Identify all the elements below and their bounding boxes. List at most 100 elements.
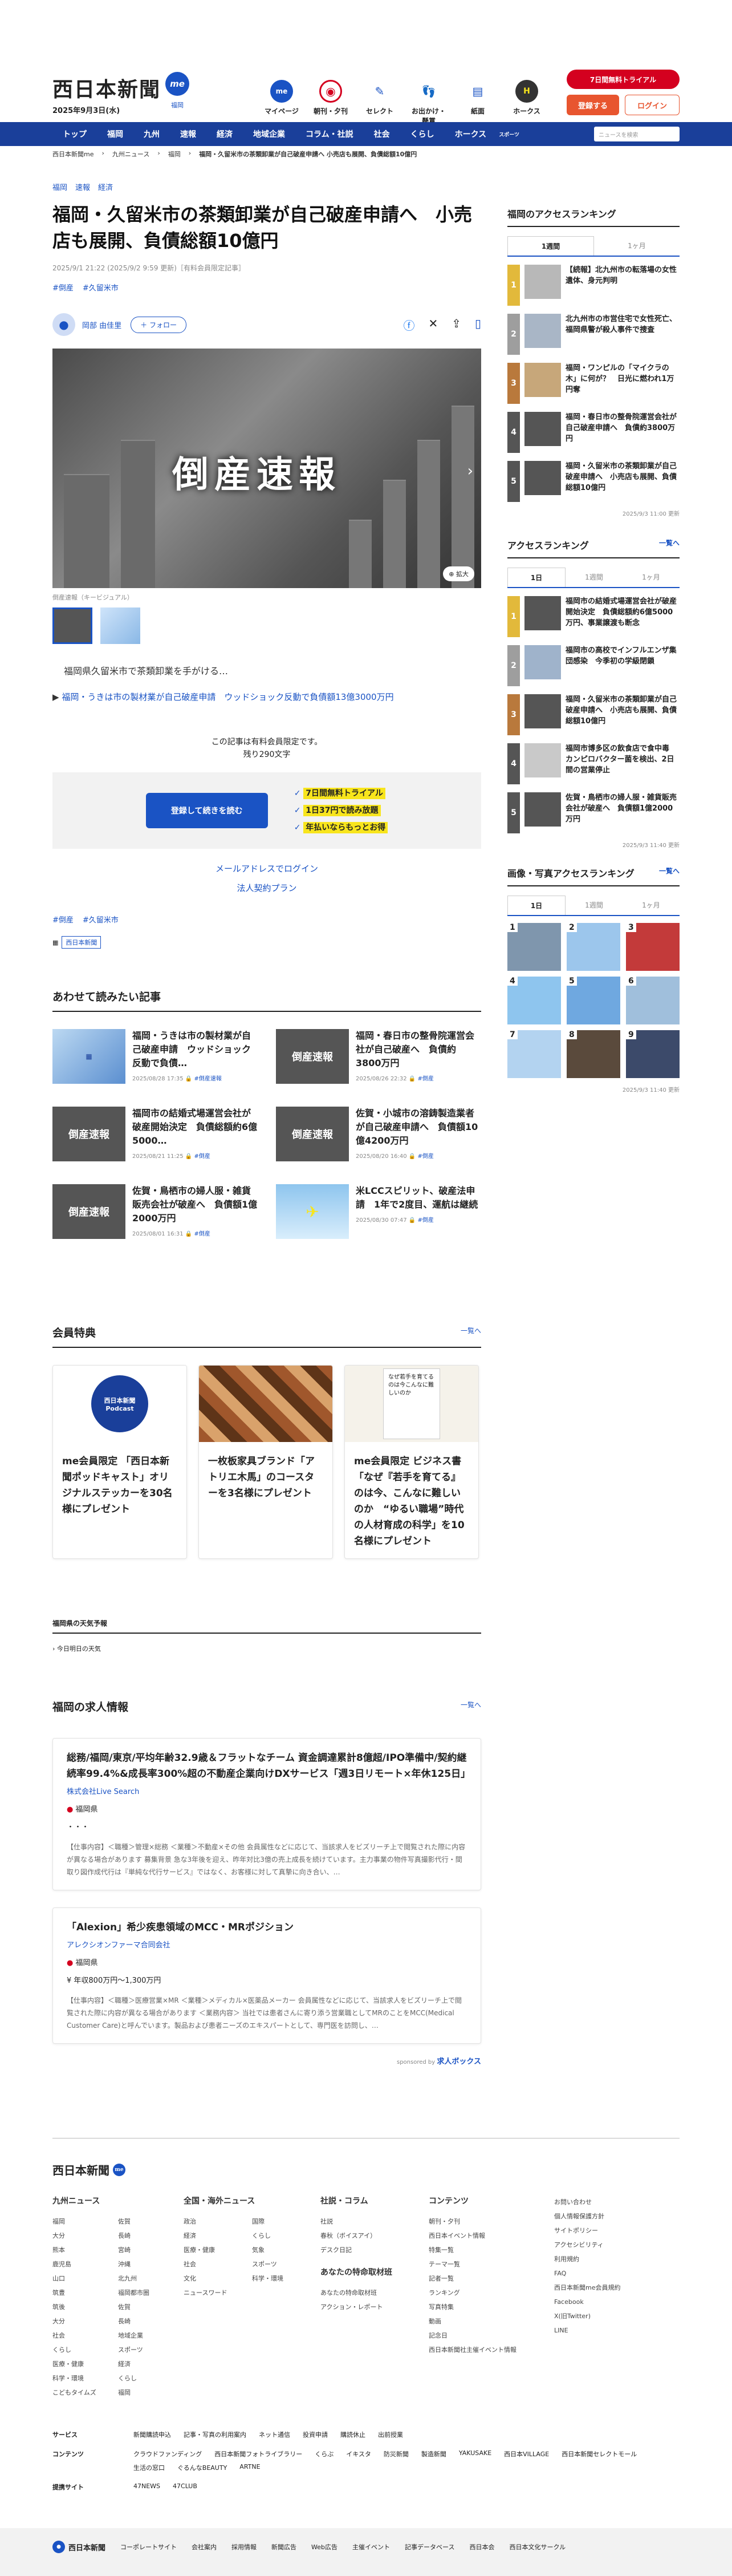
footer-link[interactable]: 47NEWS [133, 2482, 160, 2492]
image-ranking-item[interactable]: 7 [507, 1030, 561, 1078]
footer-link[interactable]: ランキング [429, 2286, 554, 2300]
category-link[interactable]: 福岡 [52, 181, 67, 192]
x-icon[interactable]: ✕ [428, 317, 438, 333]
footer-link[interactable]: YAKUSAKE [459, 2449, 491, 2458]
footer-link[interactable]: こどもタイムズ [52, 2385, 118, 2400]
follow-button[interactable]: ＋ フォロー [131, 316, 186, 333]
breadcrumb-item[interactable]: 西日本新聞me [52, 149, 93, 159]
recommend-item[interactable]: ▦ 福岡・うきは市の製材業が自己破産申請 ウッドショック反動で負債… 2025/08… [52, 1029, 258, 1084]
perk-card[interactable]: なぜ若手を育てるのは今こんなに難しいのか me会員限定 ビジネス書「なぜ『若手を育… [344, 1365, 479, 1559]
footer-link[interactable]: 出前授業 [378, 2430, 403, 2439]
footer-link[interactable]: 長崎 [118, 2314, 184, 2328]
jobs-more-link[interactable]: 一覧へ [461, 1700, 481, 1710]
outing-link[interactable]: 👣 お出かけ・懸賞 [410, 80, 447, 125]
footer-link[interactable]: 福岡 [118, 2385, 184, 2400]
tab-month[interactable]: 1ヶ月 [623, 896, 680, 915]
tab-month[interactable]: 1ヶ月 [594, 236, 680, 256]
nav-item[interactable]: トップ [52, 128, 97, 140]
footer-link[interactable]: ぐるんなBEAUTY [177, 2463, 227, 2472]
footer-link[interactable]: 山口 [52, 2271, 118, 2286]
ranking-item[interactable]: 1 福岡市の結婚式場運営会社が破産開始決定 負債総額約6億5000万円、事業譲渡も… [507, 596, 680, 637]
footer-link[interactable]: スポーツ [118, 2343, 184, 2357]
footer-link[interactable]: FAQ [554, 2266, 668, 2281]
footer-bar-link[interactable]: 新聞広告 [271, 2542, 296, 2551]
footer-link[interactable]: デスク日記 [320, 2243, 429, 2257]
footer-link[interactable]: 北九州 [118, 2271, 184, 2286]
ranking-item[interactable]: 2 北九州市の市営住宅で女性死亡、福岡県警が殺人事件で捜査 [507, 314, 680, 355]
me-badge[interactable]: me [165, 72, 189, 96]
footer-link[interactable]: 筑後 [52, 2300, 118, 2314]
footer-link[interactable]: 国際 [252, 2214, 320, 2229]
ranking-item[interactable]: 3 福岡・ワンピルの「マイクラの木」に何が？ 日光に燃われ1万円奪 [507, 363, 680, 404]
tab-week[interactable]: 1週間 [566, 568, 623, 587]
footer-link[interactable]: 地域企業 [118, 2328, 184, 2343]
footer-bar-link[interactable]: 会社案内 [192, 2542, 217, 2551]
footer-link[interactable]: 西日本VILLAGE [504, 2449, 549, 2458]
nav-item[interactable]: 九州 [133, 128, 170, 140]
footer-link[interactable]: X(旧Twitter) [554, 2309, 668, 2323]
footer-link[interactable]: 防災新聞 [384, 2449, 409, 2458]
footer-link[interactable]: 新聞購読申込 [133, 2430, 171, 2439]
tag-link[interactable]: #久留米市 [83, 914, 119, 925]
footer-link[interactable]: ネット通信 [259, 2430, 290, 2439]
footer-bar-link[interactable]: Web広告 [311, 2542, 337, 2551]
footer-link[interactable]: テーマ一覧 [429, 2257, 554, 2271]
bookmark-icon[interactable]: ▯ [475, 317, 481, 333]
footer-link[interactable]: 西日本イベント情報 [429, 2229, 554, 2243]
search-input[interactable]: ニュースを検索 [594, 127, 680, 141]
footer-link[interactable]: 西日本新聞フォトライブラリー [214, 2449, 302, 2458]
hawks-link[interactable]: H ホークス [509, 80, 545, 125]
footer-link[interactable]: あなたの特命取材班 [320, 2286, 429, 2300]
ranking-item[interactable]: 5 福岡・久留米市の茶類卸業が自己破産申請へ 小売店も展開、負債総額10億円 [507, 461, 680, 502]
image-ranking-more-link[interactable]: 一覧へ [659, 866, 680, 876]
recommend-item[interactable]: 倒産速報 福岡・春日市の整骨院運営会社が自己破産へ 負債約3800万円 2025/0… [276, 1029, 481, 1084]
footer-link[interactable]: 科学・環境 [52, 2371, 118, 2385]
footer-link[interactable]: 動画 [429, 2314, 554, 2328]
image-ranking-item[interactable]: 1 [507, 923, 561, 971]
tag-link[interactable]: #久留米市 [83, 282, 119, 293]
footer-link[interactable]: Facebook [554, 2295, 668, 2309]
breadcrumb-item[interactable]: 福岡 [168, 149, 181, 159]
select-link[interactable]: ✎ セレクト [361, 80, 398, 125]
nav-item[interactable]: 社会 [364, 128, 400, 140]
image-ranking-item[interactable]: 6 [626, 977, 680, 1024]
image-ranking-item[interactable]: 3 [626, 923, 680, 971]
footer-link[interactable]: サイトポリシー [554, 2223, 668, 2238]
nav-item[interactable]: コラム・社説 [295, 128, 364, 140]
subscribe-button[interactable]: 登録して続きを読む [145, 793, 268, 828]
tab-day[interactable]: 1日 [507, 568, 566, 587]
footer-link[interactable]: 利用規約 [554, 2252, 668, 2266]
footer-link[interactable]: 記事・写真の利用案内 [184, 2430, 246, 2439]
ranking-item[interactable]: 1 【続報】北九州市の転落場の女性遺体、身元判明 [507, 265, 680, 306]
tab-day[interactable]: 1日 [507, 896, 566, 915]
edition-link[interactable]: ◉ 朝刊・夕刊 [312, 80, 349, 125]
ranking-item[interactable]: 2 福岡市の高校でインフルエンザ集団感染 今季初の学級閉鎖 [507, 645, 680, 686]
footer-link[interactable]: 大分 [52, 2314, 118, 2328]
source-name[interactable]: 西日本新聞 [62, 936, 101, 949]
tag[interactable]: #倒産 [417, 1217, 433, 1224]
sponsor-logo[interactable]: 求人ボックス [437, 2057, 481, 2066]
ranking-item[interactable]: 4 福岡市博多区の飲食店で食中毒 カンピロバクター菌を検出、2日間の営業停止 [507, 743, 680, 784]
tag[interactable]: #倒産 [417, 1153, 433, 1160]
footer-bar-link[interactable]: 採用情報 [231, 2542, 257, 2551]
footer-link[interactable]: 西日本新聞社主催イベント情報 [429, 2343, 554, 2357]
footer-link[interactable]: 西日本新聞me会員規約 [554, 2281, 668, 2295]
tag-link[interactable]: #倒産 [52, 282, 74, 293]
footer-link[interactable]: クラウドファンディング [133, 2449, 202, 2458]
footer-link[interactable]: 47CLUB [173, 2482, 197, 2492]
email-login-link[interactable]: メールアドレスでログイン [52, 859, 481, 878]
footer-link[interactable]: くらし [252, 2229, 320, 2243]
nav-item[interactable]: ホークス [445, 128, 497, 140]
perks-more-link[interactable]: 一覧へ [461, 1326, 481, 1335]
footer-link[interactable]: 福岡都市圏 [118, 2286, 184, 2300]
footer-link[interactable]: スポーツ [252, 2257, 320, 2271]
footer-link[interactable]: 気象 [252, 2243, 320, 2257]
footer-link[interactable]: 記念日 [429, 2328, 554, 2343]
footer-link[interactable]: イキスタ [346, 2449, 371, 2458]
footer-link[interactable]: 写真特集 [429, 2300, 554, 2314]
weather-tab[interactable]: › 今日明日の天気 [52, 1644, 481, 1653]
trial-button[interactable]: 7日間無料トライアル [567, 70, 680, 89]
footer-link[interactable]: アクセシビリティ [554, 2238, 668, 2252]
image-ranking-item[interactable]: 4 [507, 977, 561, 1024]
footer-link[interactable]: 生活の窓口 [133, 2463, 165, 2472]
